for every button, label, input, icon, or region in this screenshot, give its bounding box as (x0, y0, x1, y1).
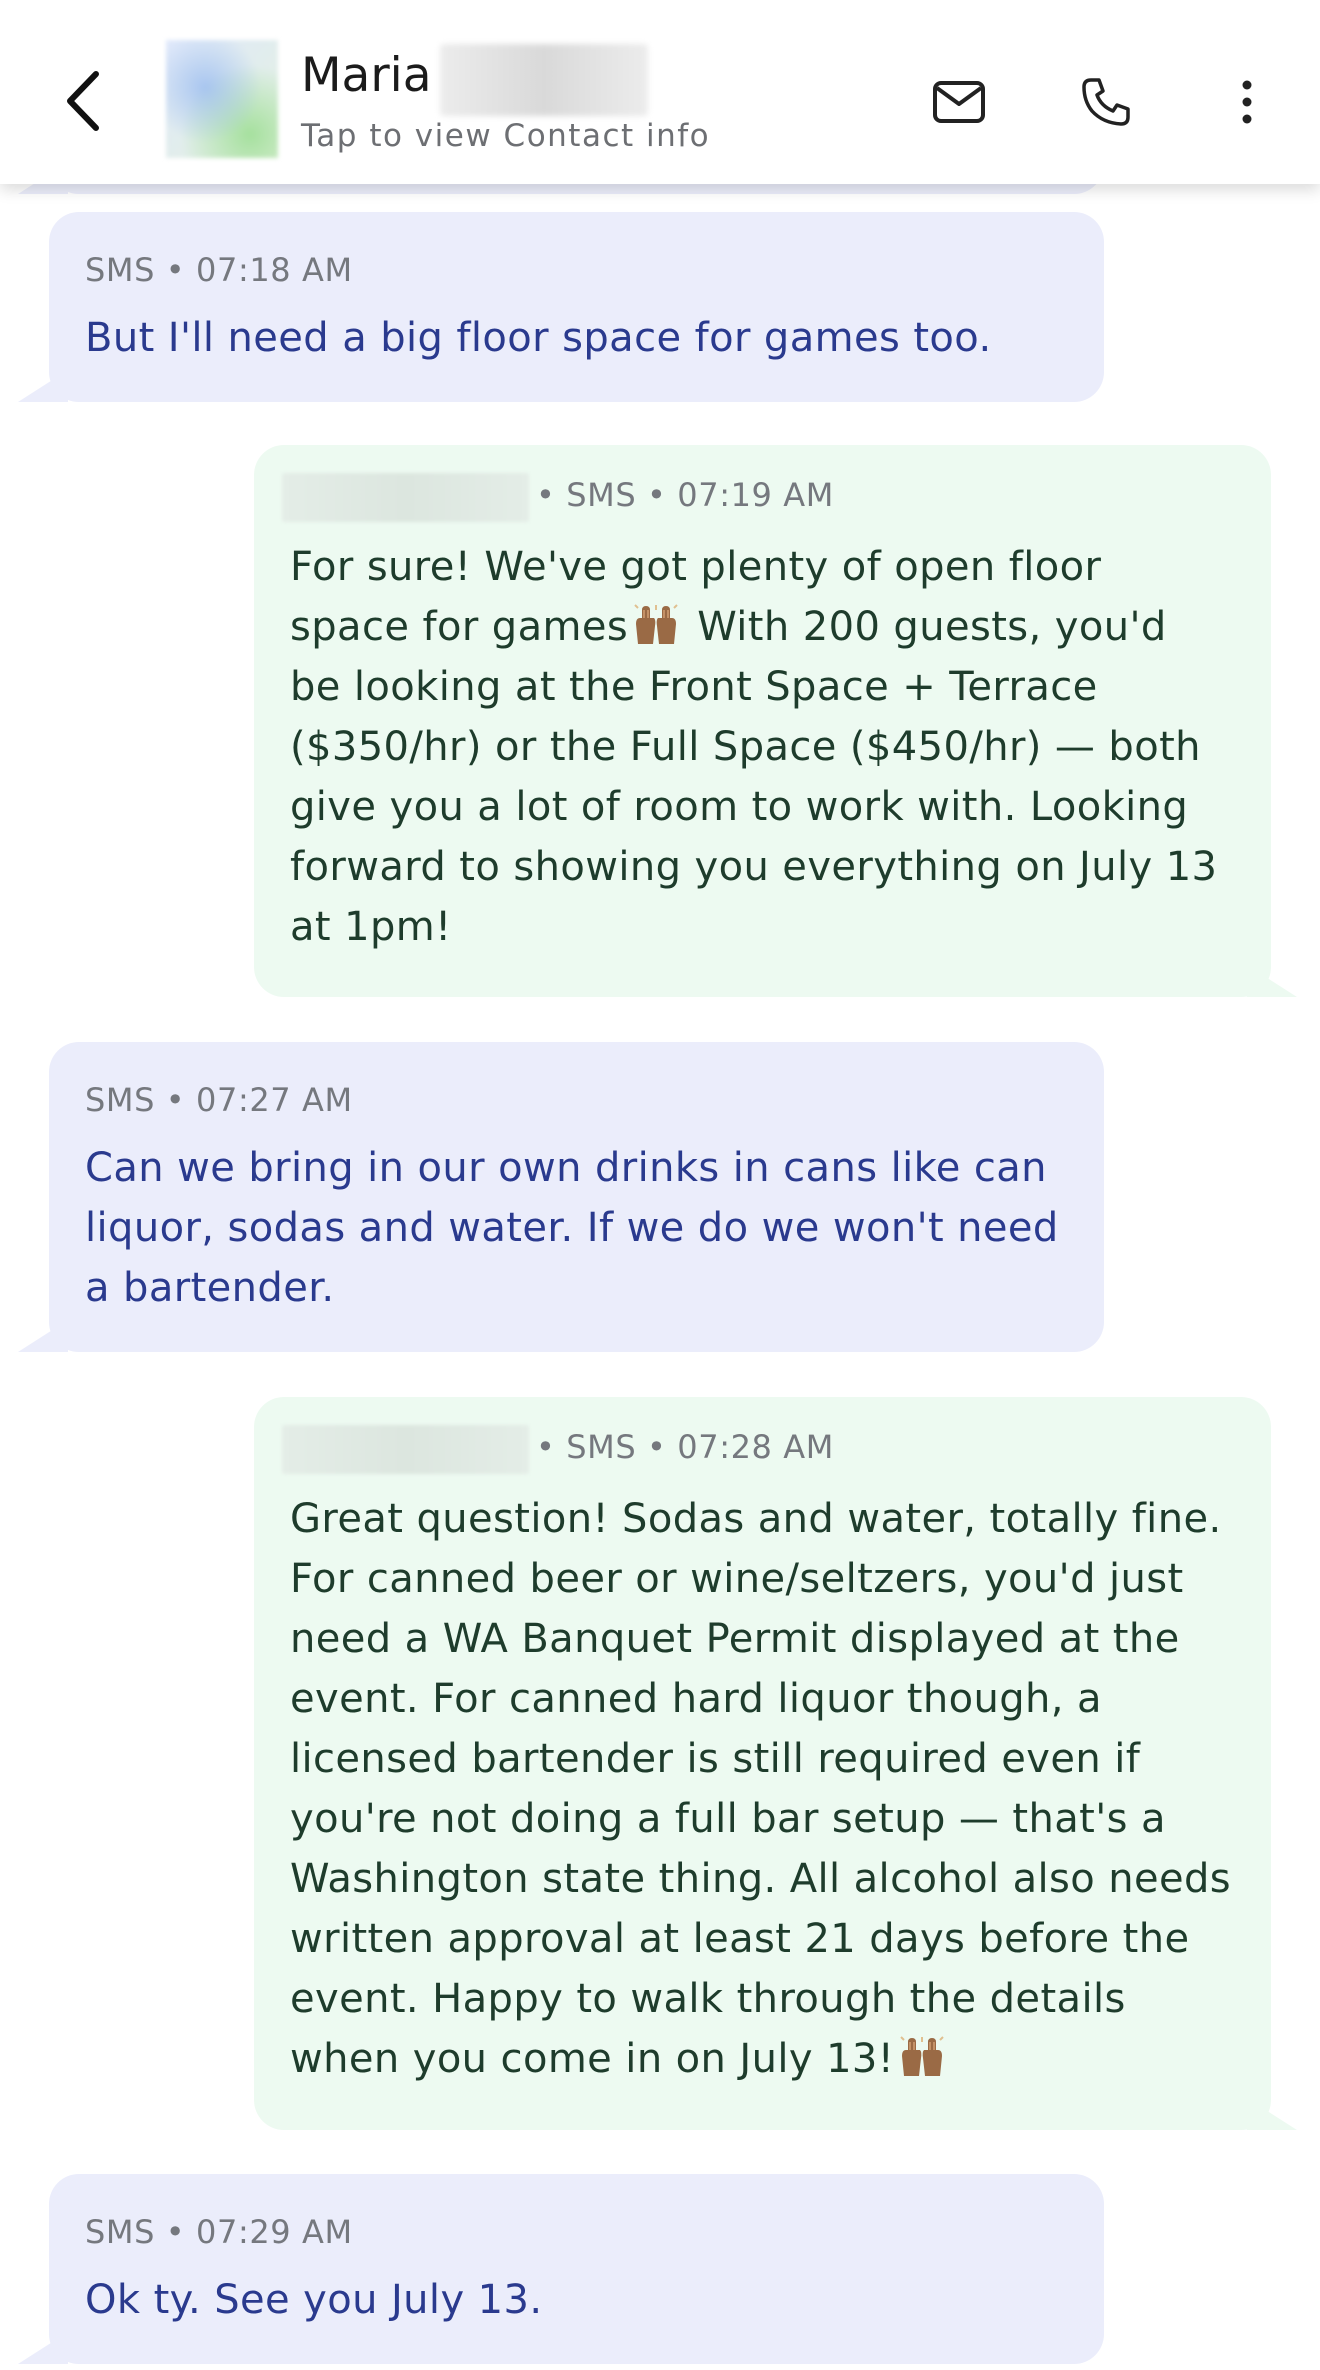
message-thread: SMS • 07:18 AM But I'll need a big floor… (0, 0, 1320, 2370)
raising-hands-emoji-icon (900, 2036, 944, 2076)
more-options-button[interactable] (1213, 68, 1281, 136)
mail-icon (933, 81, 985, 123)
message-text: For sure! We've got plenty of open floor… (290, 537, 1250, 957)
message-meta: • SMS • 07:28 AM (536, 1428, 834, 1466)
back-button[interactable] (52, 58, 112, 144)
call-button[interactable] (1072, 68, 1140, 136)
message-text: Ok ty. See you July 13. (85, 2277, 543, 2323)
message-meta: • SMS • 07:19 AM (536, 476, 834, 514)
contact-info-link[interactable]: Tap to view Contact info (301, 116, 710, 156)
message-meta: SMS • 07:27 AM (85, 1081, 353, 1119)
message-bubble-incoming[interactable]: SMS • 07:18 AM But I'll need a big floor… (18, 212, 1104, 402)
message-meta: SMS • 07:29 AM (85, 2213, 353, 2251)
back-arrow-icon (67, 71, 99, 131)
message-bubble-outgoing[interactable]: • SMS • 07:19 AM For sure! We've got ple… (254, 445, 1297, 997)
message-bubble-incoming[interactable]: SMS • 07:29 AM Ok ty. See you July 13. (18, 2174, 1104, 2364)
message-text: Great question! Sodas and water, totally… (290, 1489, 1250, 2089)
message-bubble-outgoing[interactable]: • SMS • 07:28 AM Great question! Sodas a… (254, 1397, 1297, 2130)
message-text-part: Great question! Sodas and water, totally… (290, 1496, 1232, 2082)
message-meta: SMS • 07:18 AM (85, 251, 353, 289)
mail-button[interactable] (925, 68, 993, 136)
sender-name-redacted (282, 473, 529, 522)
contact-name[interactable]: Maria (301, 46, 432, 106)
contact-last-name-redacted (440, 44, 648, 116)
avatar[interactable] (166, 40, 278, 158)
message-bubble-incoming[interactable]: SMS • 07:27 AM Can we bring in our own d… (18, 1042, 1104, 1352)
phone-icon (1082, 78, 1130, 126)
message-text: Can we bring in our own drinks in cans l… (85, 1145, 1059, 1311)
raising-hands-emoji-icon (634, 604, 678, 644)
message-text: But I'll need a big floor space for game… (85, 315, 992, 361)
conversation-header: Maria Tap to view Contact info (0, 0, 1320, 184)
more-vertical-icon (1242, 80, 1252, 124)
message-text-part: With 200 guests, you'd be looking at the… (290, 604, 1218, 950)
sender-name-redacted (282, 1425, 529, 1474)
